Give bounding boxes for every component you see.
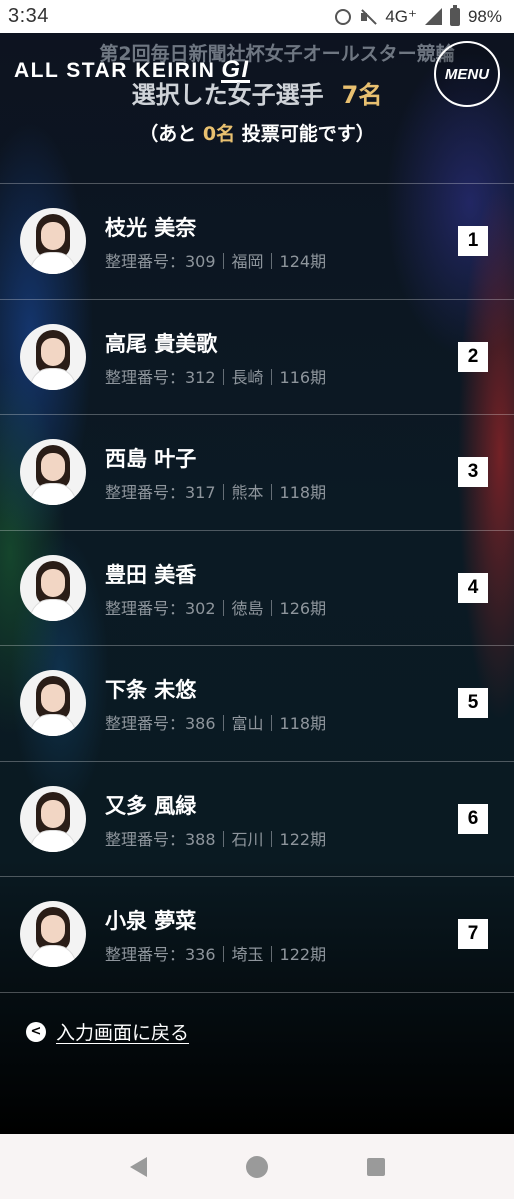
rider-rank-badge: 6 [458,803,488,834]
rider-avatar [20,208,86,275]
remaining-prefix: （あと [139,123,197,145]
rider-rank-badge: 5 [458,688,488,719]
rider-rank-badge: 4 [458,572,488,603]
status-bar: 3:34 4G⁺ 98% [0,0,514,33]
nav-recents-icon[interactable] [366,1157,385,1176]
rider-row: 西島 叶子 整理番号：317｜熊本｜118期 3 [0,415,514,531]
rider-info: 整理番号：388｜石川｜122期 [105,829,327,849]
rider-row: 又多 風緑 整理番号：388｜石川｜122期 6 [0,762,514,877]
rider-info: 整理番号：302｜徳島｜126期 [105,598,327,618]
back-to-input-link[interactable]: < 入力画面に戻る [26,1018,189,1045]
rider-info: 整理番号：336｜埼玉｜122期 [105,945,327,964]
remaining-votes: （あと 0名 投票可能です） [0,119,514,146]
rider-info: 整理番号：309｜福岡｜124期 [105,252,327,271]
rider-info: 整理番号：386｜富山｜118期 [105,714,327,733]
rider-name: 豊田 美香 [105,562,197,587]
page-title: 選択した女子選手 7名 [0,75,514,110]
rider-avatar [20,785,86,852]
rider-rank-badge: 3 [458,457,488,488]
remaining-suffix: 投票可能です） [241,123,375,145]
selected-riders-list: 枝光 美奈 整理番号：309｜福岡｜124期 1 高尾 貴美歌 整理番号：312… [0,183,514,993]
rider-row: 高尾 貴美歌 整理番号：312｜長崎｜116期 2 [0,300,514,415]
chevron-left-icon: < [26,1021,46,1042]
battery-level: 98% [467,6,502,26]
remaining-count: 0名 [202,123,236,145]
rider-rank-badge: 2 [458,341,488,372]
rider-avatar [20,554,86,621]
rider-info: 整理番号：317｜熊本｜118期 [105,483,327,502]
nav-home-icon[interactable] [245,1155,268,1178]
alarm-icon [335,8,352,25]
nav-back-icon[interactable] [129,1156,147,1177]
rider-row: 豊田 美香 整理番号：302｜徳島｜126期 4 [0,531,514,646]
status-icons: 4G⁺ 98% [335,4,502,27]
system-nav-bar [0,1134,514,1199]
rider-name: 高尾 貴美歌 [105,331,218,356]
rider-name: 西島 叶子 [105,447,197,471]
selected-count: 7名 [341,81,383,109]
rider-avatar [20,670,86,737]
vibrate-off-icon [359,9,377,25]
vote-confirm-page: 第2回毎日新聞社杯女子オールスター競輪 ALL STAR KEIRIN GI M… [0,33,514,1134]
rider-avatar [20,439,86,506]
rider-name: 枝光 美奈 [105,216,197,240]
rider-avatar [20,901,86,968]
rider-row: 小泉 夢菜 整理番号：336｜埼玉｜122期 7 [0,877,514,993]
rider-avatar [20,323,86,390]
rider-rank-badge: 1 [458,226,488,257]
rider-rank-badge: 7 [458,919,488,950]
back-link-label: 入力画面に戻る [56,1022,190,1044]
status-time: 3:34 [8,5,49,27]
network-type: 4G⁺ [385,6,417,26]
rider-name: 又多 風緑 [105,793,197,818]
signal-icon [424,8,442,25]
battery-icon [449,4,460,26]
page-header: 第2回毎日新聞社杯女子オールスター競輪 ALL STAR KEIRIN GI M… [0,33,514,183]
rider-info: 整理番号：312｜長崎｜116期 [105,367,327,387]
page-title-text: 選択した女子選手 [131,81,324,109]
rider-row: 枝光 美奈 整理番号：309｜福岡｜124期 1 [0,184,514,300]
rider-row: 下条 未悠 整理番号：386｜富山｜118期 5 [0,646,514,762]
rider-name: 下条 未悠 [105,678,197,702]
rider-name: 小泉 夢菜 [105,909,197,933]
